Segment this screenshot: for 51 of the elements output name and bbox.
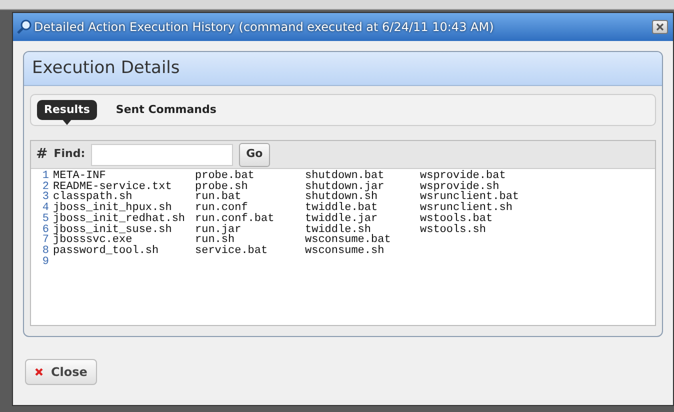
file-name: wsprovide.sh: [420, 182, 500, 192]
file-name: run.jar: [195, 224, 242, 236]
file-name: wstools.sh: [420, 224, 488, 236]
file-name: twiddle.sh: [305, 224, 372, 236]
file-name: wsprovide.bat: [420, 171, 507, 182]
file-name: shutdown.sh: [305, 192, 378, 204]
line-number: 7: [41, 235, 50, 246]
file-name: jbosssvc.exe: [53, 235, 132, 246]
file-name: wsrunclient.bat: [420, 192, 520, 204]
file-name: probe.sh: [195, 182, 249, 192]
close-icon[interactable]: [652, 20, 668, 34]
close-button[interactable]: Close: [25, 359, 98, 385]
file-name: twiddle.jar: [305, 214, 379, 225]
tab[interactable]: Sent Commands: [108, 100, 224, 120]
line-number: 6: [41, 224, 50, 236]
file-name: wsrunclient.sh: [420, 203, 514, 214]
file-name: jboss_init_redhat.sh: [53, 214, 186, 225]
file-name: jboss_init_suse.sh: [53, 224, 173, 236]
find-label: Find:: [54, 146, 86, 162]
line-number: 5: [41, 214, 50, 225]
go-button[interactable]: Go: [239, 142, 270, 166]
line-number: 9: [41, 256, 50, 268]
file-name: run.bat: [195, 192, 242, 204]
line-number: 1: [41, 171, 50, 182]
window-title: Detailed Action Execution History (command executed at 6/24/11 10:43 AM): [34, 19, 494, 36]
file-name: META-INF: [53, 171, 106, 182]
file-name: password_tool.sh: [53, 246, 160, 257]
file-name: probe.bat: [195, 171, 256, 182]
tab-pointer: [62, 119, 72, 125]
file-name: jboss_init_hpux.sh: [53, 203, 172, 214]
file-name: service.bat: [195, 246, 269, 257]
search-icon: [16, 19, 32, 35]
file-name: wstools.bat: [420, 214, 494, 225]
file-name: twiddle.bat: [305, 203, 379, 214]
tab[interactable]: Results: [37, 100, 97, 120]
file-name: wsconsume.sh: [305, 246, 386, 257]
file-name: run.conf: [195, 203, 248, 214]
file-name: shutdown.jar: [305, 182, 386, 192]
find-field[interactable]: [91, 144, 234, 166]
file-name: shutdown.bat: [305, 171, 386, 182]
file-name: classpath.sh: [53, 192, 132, 204]
line-number: 3: [41, 192, 50, 204]
file-name: README-service.txt: [53, 182, 173, 192]
close-icon: [35, 368, 43, 376]
line-number: 4: [41, 203, 50, 214]
file-name: run.conf.bat: [195, 214, 276, 225]
line-number: 8: [41, 246, 50, 257]
file-name: wsconsume.bat: [305, 235, 392, 246]
file-name: run.sh: [195, 235, 235, 246]
line-number: 2: [41, 182, 50, 192]
panel-title: Execution Details: [32, 56, 180, 80]
